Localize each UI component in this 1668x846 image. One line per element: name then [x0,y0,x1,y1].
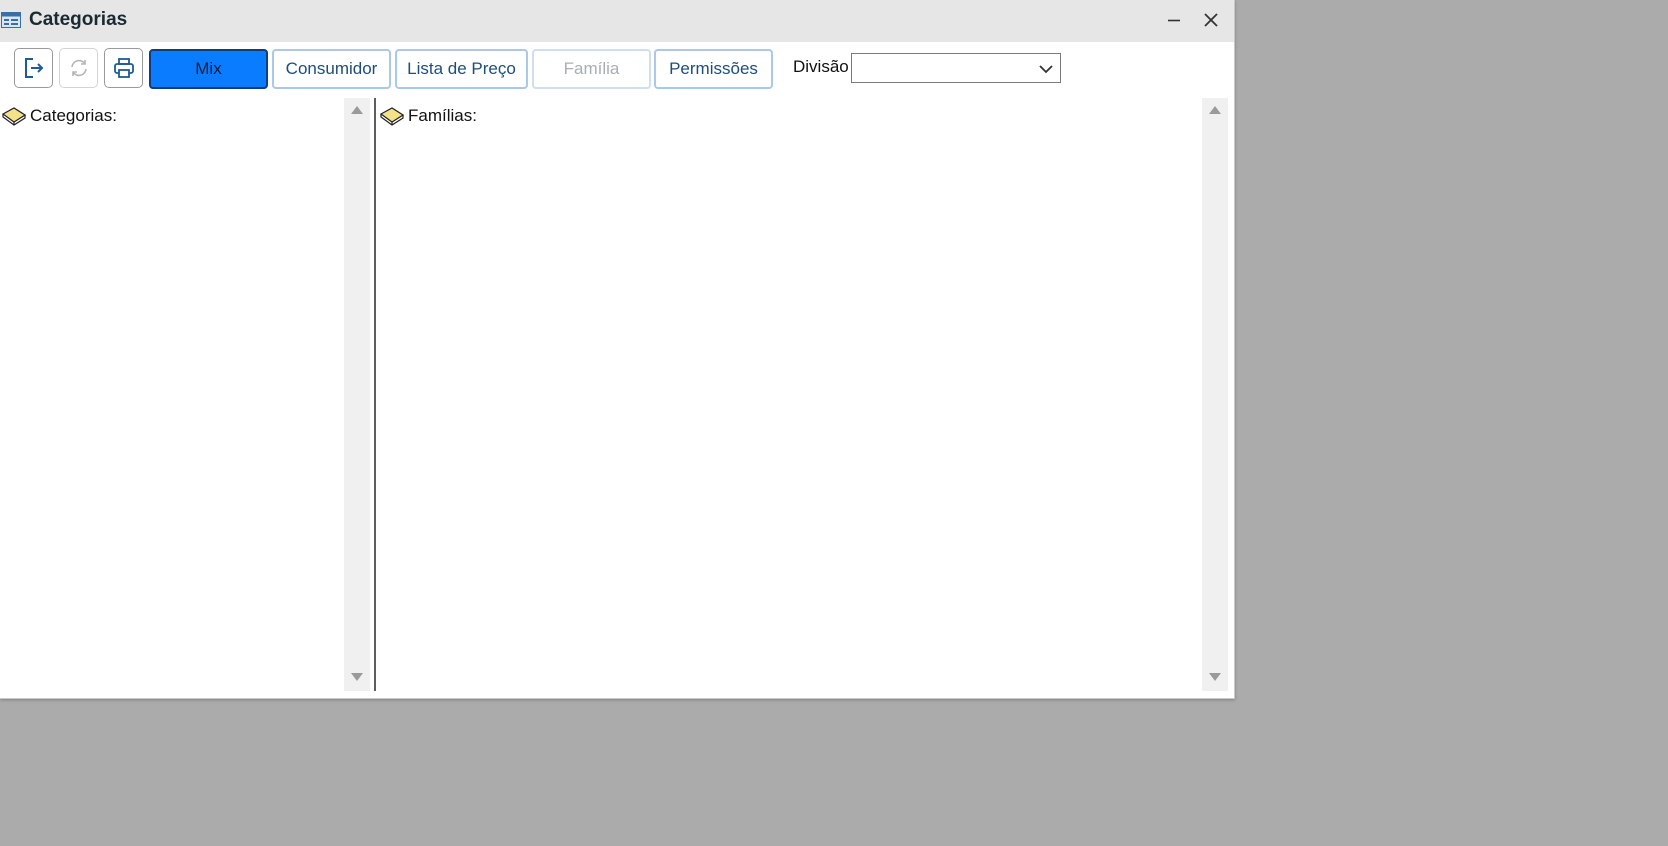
chevron-down-icon [1038,62,1054,80]
book-icon [379,104,405,131]
vertical-scrollbar[interactable] [1202,98,1228,691]
print-button[interactable] [104,48,143,88]
scroll-up-arrow-icon [351,106,363,114]
vertical-scrollbar[interactable] [344,98,370,691]
scroll-up-arrow-icon [1209,106,1221,114]
tab-lista-de-preco[interactable]: Lista de Preço [395,49,528,89]
window-title: Categorias [29,9,128,30]
close-button[interactable] [1198,8,1224,32]
tab-familia: Família [532,49,651,89]
familias-tree-pane[interactable]: Famílias: [378,98,1230,691]
exit-icon [25,58,44,78]
categorias-window: Categorias Mix Consumidor Lista de Preço… [0,0,1235,699]
tab-consumidor[interactable]: Consumidor [272,49,391,89]
minimize-button[interactable] [1161,8,1187,32]
scroll-down-arrow-icon [351,673,363,681]
print-icon [114,58,134,78]
tab-permissoes[interactable]: Permissões [654,49,773,89]
refresh-icon [71,59,87,77]
close-icon [1204,13,1218,27]
tree-node-label: Categorias: [30,106,117,125]
tab-mix[interactable]: Mix [149,49,268,89]
scroll-down-arrow-icon [1209,673,1221,681]
title-bar[interactable]: Categorias [0,0,1234,42]
book-icon [1,104,27,131]
division-label: Divisão [793,57,849,76]
exit-button[interactable] [14,48,53,88]
form-window-icon [1,11,21,29]
refresh-button[interactable] [59,48,98,88]
tree-node-label: Famílias: [408,106,477,125]
toolbar: Mix Consumidor Lista de Preço Família Pe… [0,42,1230,96]
division-select[interactable] [851,53,1061,83]
categorias-tree-pane[interactable]: Categorias: [0,98,374,691]
